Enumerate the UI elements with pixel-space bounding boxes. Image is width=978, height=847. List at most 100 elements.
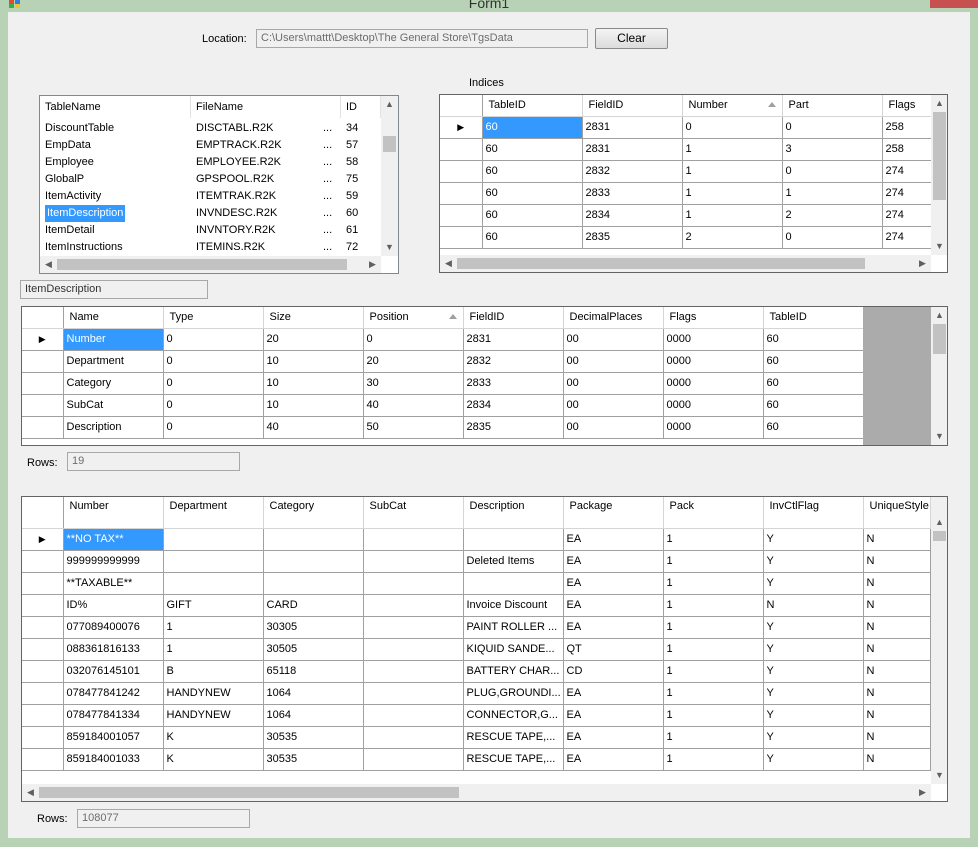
grid-cell[interactable]: 30305: [263, 616, 364, 639]
grid-cell[interactable]: 60: [482, 182, 583, 205]
grid-cell[interactable]: 0: [163, 394, 264, 417]
grid-cell[interactable]: **NO TAX**: [63, 528, 164, 551]
grid-cell[interactable]: N: [863, 638, 931, 661]
grid-cell[interactable]: 1: [663, 616, 764, 639]
list-item[interactable]: EmpData EMPTRACK.R2K... 57: [40, 137, 381, 154]
grid-cell[interactable]: 1: [682, 182, 783, 205]
column-header-flags[interactable]: Flags: [663, 307, 764, 329]
grid-corner-header[interactable]: [22, 307, 64, 329]
grid-cell[interactable]: 1: [663, 638, 764, 661]
grid-cell[interactable]: 40: [263, 416, 364, 439]
grid-cell[interactable]: N: [863, 704, 931, 727]
column-header-position[interactable]: Position: [363, 307, 464, 329]
column-header-tableid[interactable]: TableID: [482, 95, 583, 117]
grid-cell[interactable]: [163, 550, 264, 573]
row-header[interactable]: [440, 138, 483, 161]
grid-cell[interactable]: 30: [363, 372, 464, 395]
table-row[interactable]: 078477841242 HANDYNEW 1064 PLUG,GROUNDI... E…: [22, 682, 931, 705]
column-header-category[interactable]: Category: [263, 497, 364, 529]
grid-cell[interactable]: HANDYNEW: [163, 682, 264, 705]
table-row[interactable]: Department 0 10 20 2832 00 0000 60: [22, 350, 864, 373]
table-row[interactable]: 078477841334 HANDYNEW 1064 CONNECTOR,G... EA…: [22, 704, 931, 727]
table-row[interactable]: ▶ 60 2831 0 0 258: [440, 116, 933, 139]
grid-cell[interactable]: 2832: [463, 350, 564, 373]
grid-cell[interactable]: 1: [663, 748, 764, 771]
fields-grid[interactable]: Name Type Size Position FieldID DecimalPlaces…: [21, 306, 948, 446]
table-row[interactable]: ▶ **NO TAX** EA 1 Y N: [22, 528, 931, 551]
grid-cell[interactable]: 60: [763, 372, 864, 395]
column-header-size[interactable]: Size: [263, 307, 364, 329]
table-row[interactable]: SubCat 0 10 40 2834 00 0000 60: [22, 394, 864, 417]
scroll-right-arrow-icon[interactable]: ▶: [914, 784, 931, 801]
list-vertical-scrollbar[interactable]: ▲ ▼: [381, 96, 398, 256]
grid-cell[interactable]: 078477841242: [63, 682, 164, 705]
grid-cell[interactable]: 50: [363, 416, 464, 439]
grid-cell[interactable]: [363, 660, 464, 683]
row-header[interactable]: ▶: [440, 116, 483, 139]
row-header[interactable]: [22, 616, 64, 639]
row-header[interactable]: [22, 638, 64, 661]
grid-cell[interactable]: [163, 528, 264, 551]
grid-cell[interactable]: 2: [682, 226, 783, 249]
location-path-field[interactable]: C:\Users\mattt\Desktop\The General Store…: [256, 29, 588, 48]
grid-cell[interactable]: 20: [263, 328, 364, 351]
grid-cell[interactable]: 2835: [463, 416, 564, 439]
table-row[interactable]: 088361816133 1 30505 KIQUID SANDE... QT 1 Y N: [22, 638, 931, 661]
grid-cell[interactable]: CD: [563, 660, 664, 683]
column-header-invctlflag[interactable]: InvCtlFlag: [763, 497, 864, 529]
list-item[interactable]: GlobalP GPSPOOL.R2K... 75: [40, 171, 381, 188]
table-row[interactable]: **TAXABLE** EA 1 Y N: [22, 572, 931, 595]
grid-cell[interactable]: [363, 594, 464, 617]
table-row[interactable]: ▶ Number 0 20 0 2831 00 0000 60: [22, 328, 864, 351]
column-header-number[interactable]: Number: [682, 95, 783, 117]
grid-cell[interactable]: BATTERY CHAR...: [463, 660, 564, 683]
table-row[interactable]: 60 2831 1 3 258: [440, 138, 933, 161]
list-item[interactable]: ItemActivity ITEMTRAK.R2K... 59: [40, 188, 381, 205]
grid-cell[interactable]: 2831: [582, 116, 683, 139]
column-header-tableid[interactable]: TableID: [763, 307, 864, 329]
grid-cell[interactable]: [363, 638, 464, 661]
list-item[interactable]: ItemDetail INVNTORY.R2K... 61: [40, 222, 381, 239]
grid-cell[interactable]: 0: [782, 160, 883, 183]
grid-cell[interactable]: 00: [563, 350, 664, 373]
grid-cell[interactable]: K: [163, 726, 264, 749]
grid-cell[interactable]: Y: [763, 726, 864, 749]
grid-cell[interactable]: 1: [682, 160, 783, 183]
grid-cell[interactable]: N: [863, 594, 931, 617]
list-item[interactable]: Employee EMPLOYEE.R2K... 58: [40, 154, 381, 171]
grid-cell[interactable]: Category: [63, 372, 164, 395]
list-header-tablename[interactable]: TableName: [40, 96, 191, 118]
table-row[interactable]: 60 2834 1 2 274: [440, 204, 933, 227]
tables-list-view[interactable]: TableName FileName ID DiscountTable DISCT…: [39, 95, 399, 274]
data-grid[interactable]: Number Department Category SubCat Descriptio…: [21, 496, 948, 802]
row-header[interactable]: [22, 660, 64, 683]
scroll-down-arrow-icon[interactable]: ▼: [931, 238, 947, 255]
grid-cell[interactable]: [363, 726, 464, 749]
grid-cell[interactable]: 1064: [263, 704, 364, 727]
grid-cell[interactable]: 30505: [263, 638, 364, 661]
grid-cell[interactable]: 2832: [582, 160, 683, 183]
row-header[interactable]: [22, 748, 64, 771]
grid-cell[interactable]: [363, 616, 464, 639]
grid-cell[interactable]: 274: [882, 226, 933, 249]
grid-cell[interactable]: [363, 572, 464, 595]
grid-cell[interactable]: EA: [563, 748, 664, 771]
grid-cell[interactable]: 60: [482, 226, 583, 249]
scroll-up-arrow-icon[interactable]: ▲: [931, 95, 947, 112]
grid-cell[interactable]: [463, 528, 564, 551]
minimize-button[interactable]: [882, 0, 894, 8]
list-header-filename[interactable]: FileName: [191, 96, 341, 118]
column-header-decimalplaces[interactable]: DecimalPlaces: [563, 307, 664, 329]
grid-cell[interactable]: 1: [663, 572, 764, 595]
grid-cell[interactable]: Y: [763, 704, 864, 727]
grid-cell[interactable]: EA: [563, 682, 664, 705]
scroll-down-arrow-icon[interactable]: ▼: [931, 428, 947, 445]
grid-cell[interactable]: 078477841334: [63, 704, 164, 727]
grid-cell[interactable]: 20: [363, 350, 464, 373]
row-header[interactable]: ▶: [22, 528, 64, 551]
list-item[interactable]: ItemInstructions ITEMINS.R2K... 72: [40, 239, 381, 256]
grid-cell[interactable]: 999999999999: [63, 550, 164, 573]
grid-cell[interactable]: 60: [763, 394, 864, 417]
row-header[interactable]: [22, 726, 64, 749]
grid-cell[interactable]: Description: [63, 416, 164, 439]
